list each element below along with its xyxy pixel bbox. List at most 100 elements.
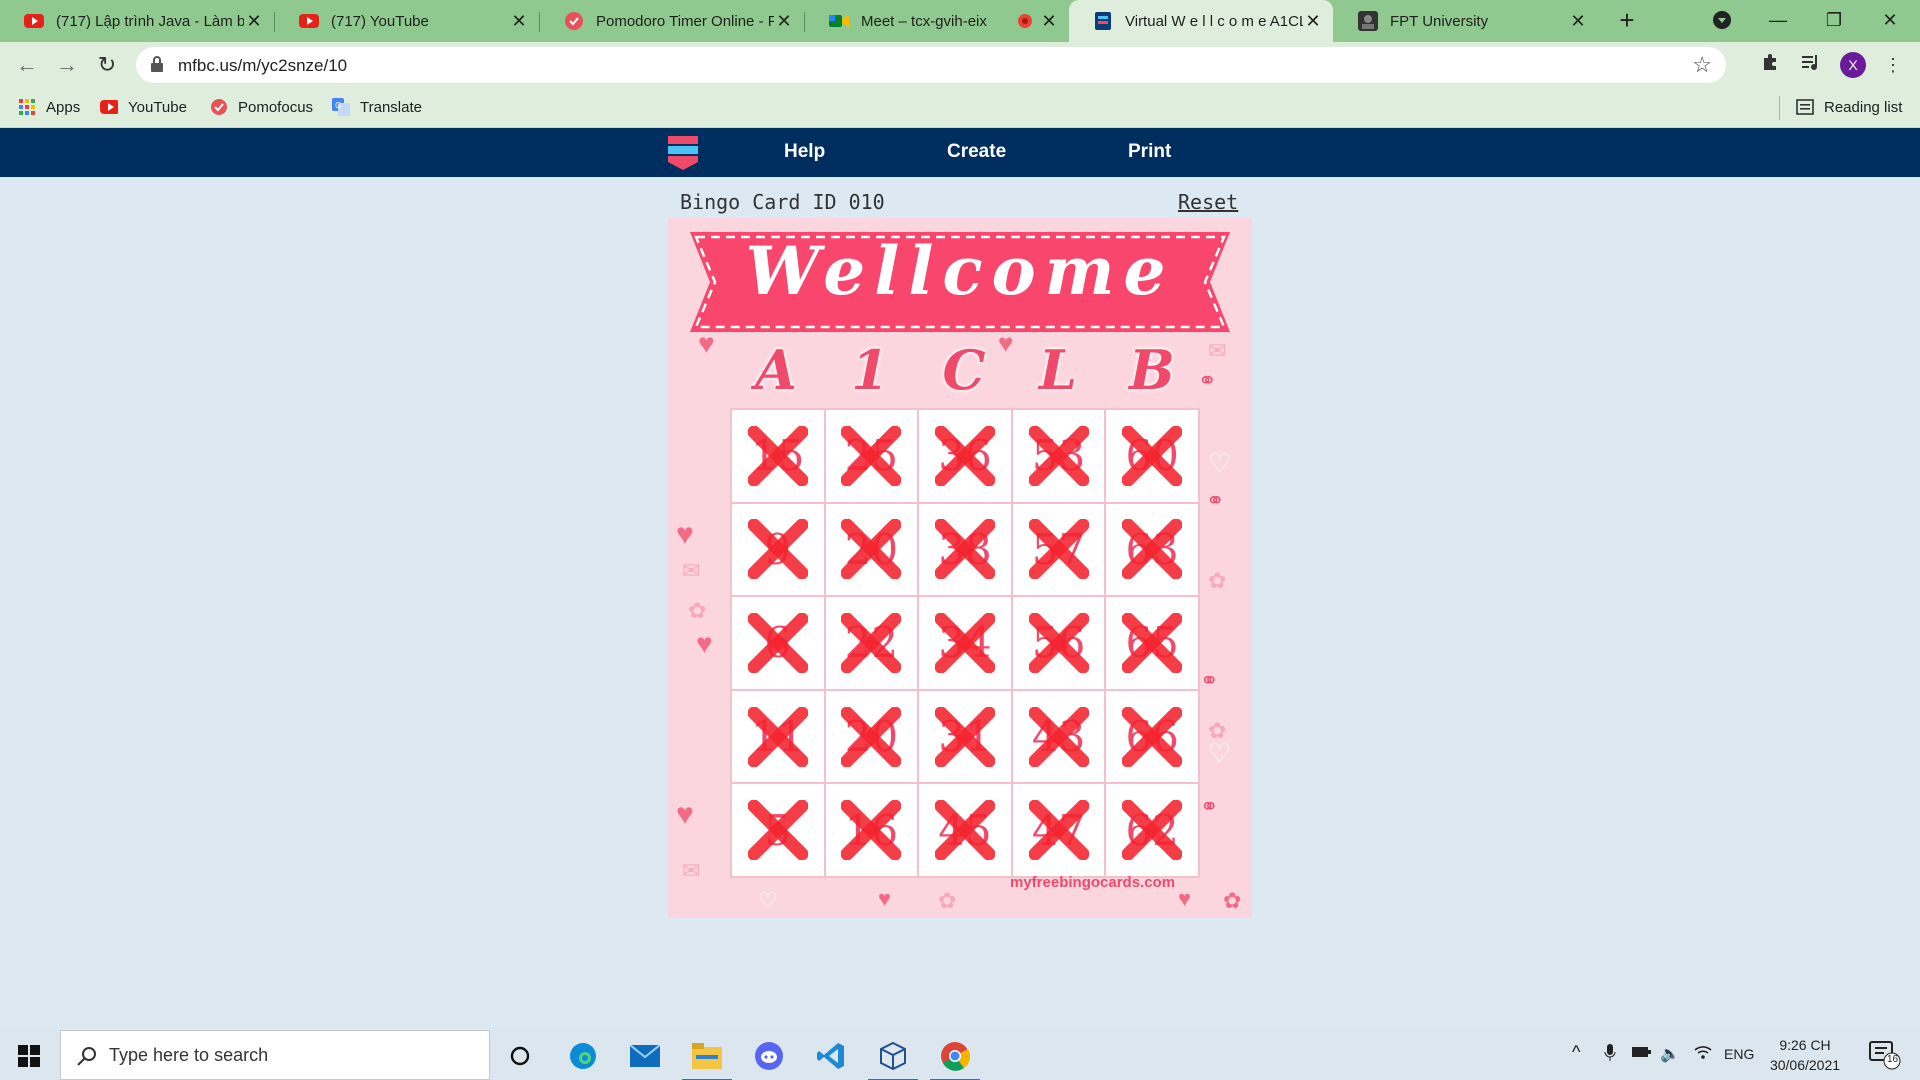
bingo-cell[interactable]: 65 bbox=[1105, 596, 1199, 690]
restore-button[interactable]: ❐ bbox=[1806, 0, 1862, 42]
bingo-cell[interactable]: 15 bbox=[731, 409, 825, 503]
nav-print[interactable]: Print bbox=[1128, 141, 1171, 163]
show-hidden-icons-chevron[interactable]: ^ bbox=[1572, 1042, 1580, 1063]
taskbar-search-box[interactable]: Type here to search bbox=[60, 1030, 490, 1080]
bingo-cell[interactable]: 20 bbox=[824, 502, 919, 597]
flower-decoration: ✿ bbox=[1208, 568, 1227, 593]
discord-icon[interactable] bbox=[752, 1039, 786, 1073]
tab-fpt[interactable]: FPT University ✕ bbox=[1334, 0, 1598, 42]
x-mark-icon bbox=[1028, 612, 1089, 673]
bookmark-translate[interactable]: G Translate bbox=[332, 98, 422, 116]
bingo-cell[interactable]: 60 bbox=[1105, 409, 1199, 503]
forward-button[interactable]: → bbox=[52, 50, 82, 80]
bingo-cell[interactable]: 31 bbox=[918, 689, 1012, 784]
media-control-icon[interactable] bbox=[1798, 52, 1824, 78]
x-mark-icon bbox=[747, 612, 808, 673]
microphone-icon[interactable] bbox=[1604, 1044, 1616, 1065]
close-window-button[interactable]: ✕ bbox=[1862, 0, 1918, 42]
column-letter: A bbox=[755, 338, 797, 402]
bingo-cell[interactable]: 38 bbox=[918, 502, 1012, 597]
reading-list-button[interactable]: Reading list bbox=[1796, 98, 1902, 116]
extensions-icon[interactable] bbox=[1758, 52, 1784, 78]
tab-youtube-java[interactable]: (717) Lập trình Java - Làm b ✕ bbox=[0, 0, 274, 42]
cortana-icon[interactable] bbox=[503, 1039, 537, 1073]
back-button[interactable]: ← bbox=[12, 50, 42, 80]
site-navbar: Help Create Print bbox=[0, 128, 1920, 177]
column-letter: L bbox=[1039, 338, 1077, 402]
x-mark-icon bbox=[1122, 706, 1183, 767]
bookmark-apps[interactable]: Apps bbox=[18, 98, 80, 116]
x-mark-icon bbox=[841, 800, 902, 861]
bingo-cell[interactable]: 62 bbox=[1105, 783, 1199, 877]
bingo-cell[interactable]: 57 bbox=[1011, 502, 1106, 597]
rings-decoration: ⚭ bbox=[1200, 668, 1219, 693]
bingo-cell[interactable]: 5 bbox=[731, 783, 825, 877]
notification-center-icon[interactable]: 16 bbox=[1868, 1040, 1902, 1073]
bingo-cell[interactable]: 9 bbox=[731, 502, 825, 597]
menu-kebab-icon[interactable]: ⋮ bbox=[1880, 52, 1906, 78]
welcome-title: Wellcome bbox=[745, 232, 1175, 310]
battery-icon[interactable] bbox=[1632, 1044, 1652, 1061]
bingo-cell[interactable]: 34 bbox=[918, 596, 1012, 690]
minimize-button[interactable]: — bbox=[1750, 0, 1806, 42]
bingo-cell[interactable]: 16 bbox=[824, 783, 919, 877]
x-mark-icon bbox=[841, 612, 902, 673]
close-icon[interactable]: ✕ bbox=[1303, 11, 1323, 32]
file-explorer-icon[interactable] bbox=[682, 1039, 732, 1080]
bingo-cell[interactable]: 36 bbox=[918, 409, 1012, 503]
bingo-cell[interactable]: 25 bbox=[824, 409, 919, 503]
reload-button[interactable]: ↻ bbox=[92, 50, 122, 80]
x-mark-icon bbox=[934, 612, 995, 673]
tab-meet[interactable]: Meet – tcx-gvih-eix ✕ bbox=[805, 0, 1069, 42]
tab-pomodoro[interactable]: Pomodoro Timer Online - Po ✕ bbox=[540, 0, 804, 42]
tab-search-button[interactable] bbox=[1694, 0, 1750, 42]
tab-youtube[interactable]: (717) YouTube ✕ bbox=[275, 0, 539, 42]
bookmark-pomofocus[interactable]: Pomofocus bbox=[210, 98, 313, 116]
bingo-cell[interactable]: 66 bbox=[1105, 689, 1199, 784]
bingo-cell[interactable]: 20 bbox=[824, 689, 919, 784]
nav-create[interactable]: Create bbox=[947, 141, 1006, 163]
x-mark-icon bbox=[934, 800, 995, 861]
virtualbox-icon[interactable] bbox=[868, 1039, 918, 1080]
bingo-cell[interactable]: 56 bbox=[1011, 596, 1106, 690]
language-indicator[interactable]: ENG bbox=[1724, 1046, 1754, 1062]
bingo-cell[interactable]: 43 bbox=[1011, 689, 1106, 784]
new-tab-button[interactable]: + bbox=[1612, 6, 1642, 36]
bookmark-label: Apps bbox=[46, 98, 81, 116]
bingo-cell[interactable]: 22 bbox=[824, 596, 919, 690]
bingo-cell[interactable]: 63 bbox=[1105, 502, 1199, 597]
close-icon[interactable]: ✕ bbox=[509, 11, 529, 32]
address-bar[interactable]: mfbc.us/m/yc2snze/10 ☆ bbox=[136, 47, 1726, 83]
x-mark-icon bbox=[1028, 425, 1089, 486]
bingo-card: ♥ ♥ ♥ ♥ ♥ ♡ ♡ ⚭ ⚭ ⚭ ⚭ ✉ ✉ ✉ ✿ ✿ ✿ ✿ ♥ ♡ … bbox=[668, 218, 1252, 918]
bingo-cell[interactable]: 47 bbox=[1011, 783, 1106, 877]
profile-avatar[interactable]: X bbox=[1840, 52, 1866, 78]
close-icon[interactable]: ✕ bbox=[244, 11, 264, 32]
edge-icon[interactable] bbox=[566, 1039, 600, 1073]
tab-bingo-active[interactable]: Virtual W e l l c o m e A1CL ✕ bbox=[1069, 0, 1333, 42]
bingo-cell[interactable]: 45 bbox=[918, 783, 1012, 877]
bookmark-youtube[interactable]: YouTube bbox=[100, 98, 187, 116]
nav-help[interactable]: Help bbox=[784, 141, 825, 163]
close-icon[interactable]: ✕ bbox=[1039, 11, 1059, 32]
bingo-cell[interactable]: 6 bbox=[731, 596, 825, 690]
system-clock[interactable]: 9:26 CH 30/06/2021 bbox=[1760, 1035, 1850, 1075]
reset-link[interactable]: Reset bbox=[1178, 190, 1238, 214]
bookmark-star-icon[interactable]: ☆ bbox=[1692, 52, 1712, 78]
wifi-icon[interactable] bbox=[1694, 1044, 1712, 1063]
bingo-cell[interactable]: 11 bbox=[731, 689, 825, 784]
youtube-icon bbox=[24, 11, 44, 31]
column-letter: B bbox=[1129, 338, 1175, 402]
chrome-icon[interactable] bbox=[930, 1039, 980, 1080]
windows-start-icon[interactable] bbox=[18, 1045, 40, 1067]
heart-decoration: ♥ bbox=[698, 328, 715, 359]
vscode-icon[interactable] bbox=[814, 1039, 848, 1073]
bingo-logo-icon[interactable] bbox=[668, 136, 698, 170]
bingo-cell[interactable]: 53 bbox=[1011, 409, 1106, 503]
clock-date: 30/06/2021 bbox=[1769, 1057, 1841, 1073]
volume-icon[interactable]: 🔈 bbox=[1660, 1044, 1680, 1064]
mail-icon[interactable] bbox=[628, 1039, 662, 1073]
close-icon[interactable]: ✕ bbox=[774, 11, 794, 32]
x-mark-icon bbox=[1028, 519, 1089, 580]
close-icon[interactable]: ✕ bbox=[1568, 11, 1588, 32]
